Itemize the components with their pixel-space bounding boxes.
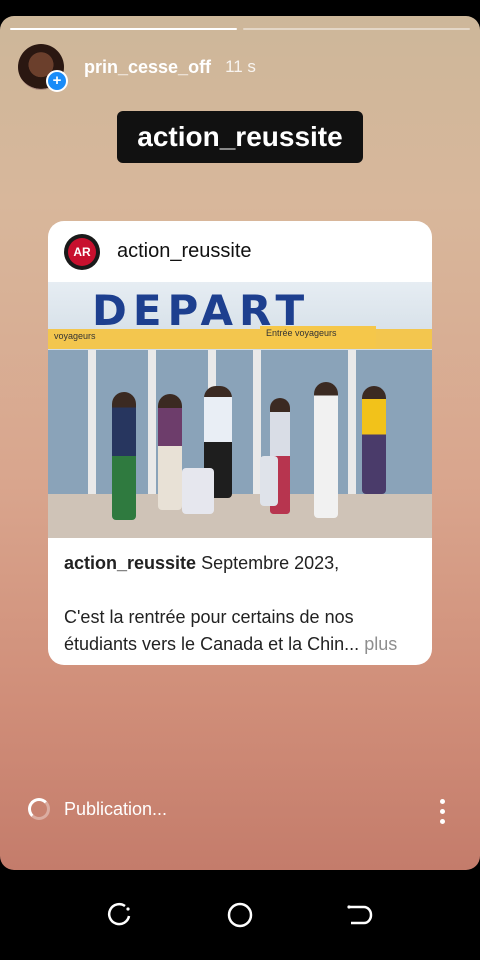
post-photo[interactable]: DEPART voyageurs Entrée voyageurs bbox=[48, 282, 432, 538]
photo-person bbox=[112, 392, 136, 520]
progress-segment-1 bbox=[10, 28, 237, 30]
story-username[interactable]: prin_cesse_off bbox=[84, 57, 211, 78]
photo-suitcase bbox=[260, 456, 278, 506]
avatar[interactable]: + bbox=[18, 44, 68, 92]
post-avatar[interactable]: AR bbox=[64, 233, 100, 270]
photo-suitcase bbox=[182, 468, 214, 514]
progress-segment-2 bbox=[243, 28, 470, 30]
caption-first-line: action_reussite Septembre 2023, bbox=[64, 550, 416, 577]
back-icon[interactable] bbox=[345, 900, 375, 930]
photo-door-frame bbox=[148, 350, 156, 500]
system-navigation-bar bbox=[0, 870, 480, 960]
post-header: AR action_reussite bbox=[48, 221, 432, 282]
publish-status-label: Publication... bbox=[64, 798, 168, 819]
photo-person bbox=[158, 394, 182, 510]
story-progress bbox=[10, 28, 470, 30]
spinner-icon bbox=[28, 798, 50, 820]
story-viewer[interactable]: + prin_cesse_off 11 s action_reussite AR… bbox=[0, 16, 480, 870]
caption-username[interactable]: action_reussite bbox=[64, 553, 196, 573]
caption-line-3-text: étudiants vers le Canada et la Chin... bbox=[64, 634, 360, 654]
story-header: + prin_cesse_off 11 s bbox=[18, 44, 256, 92]
action-reussite-logo: AR bbox=[68, 237, 96, 266]
post-caption: action_reussite Septembre 2023, C'est la… bbox=[48, 538, 432, 658]
more-vertical-icon[interactable] bbox=[440, 799, 446, 829]
photo-band-label-right: Entrée voyageurs bbox=[260, 326, 376, 348]
home-icon[interactable] bbox=[225, 900, 255, 930]
photo-person bbox=[314, 382, 338, 518]
story-timestamp: 11 s bbox=[225, 57, 256, 76]
caption-line-2: C'est la rentrée pour certains de nos bbox=[64, 607, 354, 627]
photo-door-frame bbox=[348, 350, 356, 500]
photo-door-frame bbox=[88, 350, 96, 500]
caption-more-link[interactable]: plus bbox=[364, 634, 397, 654]
photo-band-label-left: voyageurs bbox=[54, 331, 96, 341]
progress-fill-1 bbox=[10, 28, 237, 30]
caption-line-3: étudiants vers le Canada et la Chin... p… bbox=[64, 631, 416, 658]
shared-post-card[interactable]: AR action_reussite DEPART voyageurs Entr… bbox=[48, 221, 432, 665]
plus-icon[interactable]: + bbox=[46, 70, 68, 92]
recent-apps-icon[interactable] bbox=[105, 900, 135, 930]
publish-status: Publication... bbox=[28, 798, 167, 820]
post-username[interactable]: action_reussite bbox=[117, 240, 252, 263]
mention-sticker[interactable]: action_reussite bbox=[117, 111, 363, 163]
caption-date: Septembre 2023, bbox=[201, 553, 340, 573]
photo-person bbox=[362, 386, 386, 494]
photo-floor bbox=[48, 494, 432, 538]
